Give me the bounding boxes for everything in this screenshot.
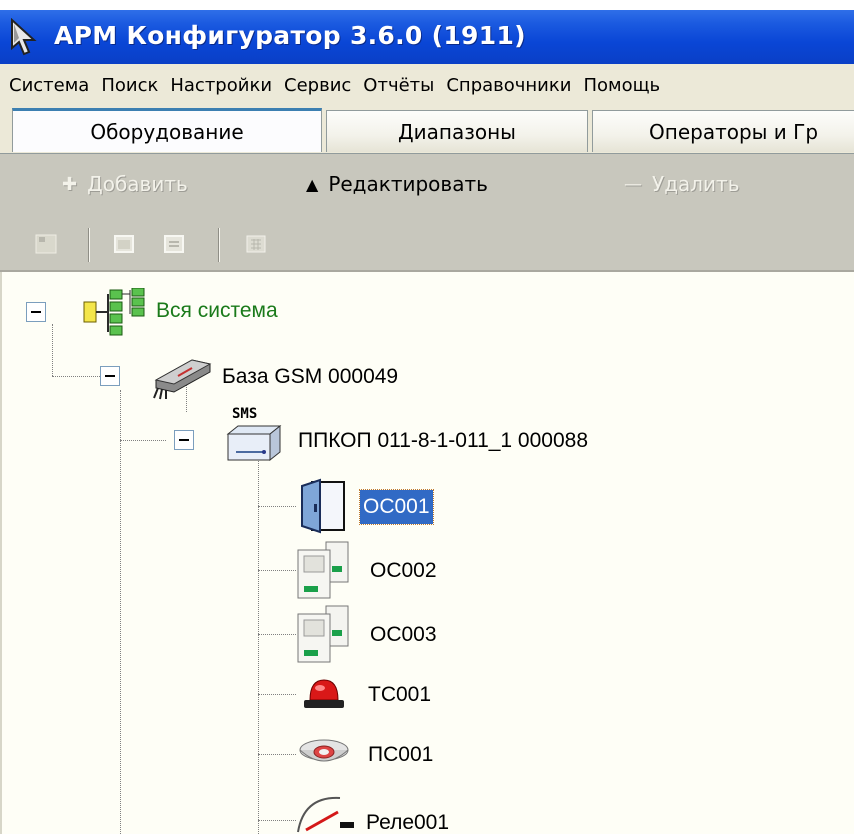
sms-badge: SMS [232,406,258,422]
tree-connector [258,820,296,821]
motion-sensor-icon[interactable] [296,604,356,664]
menu-item-search[interactable]: Поиск [96,75,165,96]
tree-node-relay001[interactable]: Реле001 [366,806,449,834]
title-bar[interactable]: АРМ Конфигуратор 3.6.0 (1911) [0,10,854,64]
tree-connector [52,376,100,377]
tab-operators[interactable]: Операторы и Гр [592,110,854,152]
equipment-tree: Вся система База GSM 000049 SMS ППКОП 01… [0,272,854,834]
menu-item-reports[interactable]: Отчёты [358,75,441,96]
tree-connector [258,570,296,571]
app-cursor-icon [11,18,37,56]
edit-button[interactable]: ▲ Редактировать [306,172,488,196]
gsm-modem-icon[interactable] [148,354,214,400]
delete-button-label: Удалить [652,172,740,196]
network-tree-icon[interactable] [82,288,146,338]
tree-node-tc001[interactable]: ТС001 [368,678,431,712]
action-toolbar: ✚ Добавить ▲ Редактировать — Удалить [0,154,854,218]
toolbar-separator [88,228,90,262]
tree-node-oc001[interactable]: ОС001 [359,489,434,525]
tree-connector [258,454,259,834]
tree-connector [52,324,53,376]
delete-button[interactable]: — Удалить [624,172,740,196]
tree-connector [120,440,166,441]
add-button[interactable]: ✚ Добавить [62,172,188,196]
properties-icon[interactable] [162,232,186,256]
save-icon[interactable] [34,232,58,256]
toolbar-separator [218,228,220,262]
tree-node-base-gsm[interactable]: База GSM 000049 [222,360,398,394]
grid-icon[interactable] [244,232,268,256]
triangle-up-icon: ▲ [306,174,319,194]
tree-connector [258,506,296,507]
sms-panel-icon[interactable] [224,424,284,464]
alarm-light-icon[interactable] [300,676,348,712]
menu-item-directories[interactable]: Справочники [441,75,578,96]
collapse-toggle[interactable] [26,302,46,322]
menu-item-system[interactable]: Система [4,75,96,96]
menu-item-service[interactable]: Сервис [279,75,358,96]
tree-connector [120,390,121,834]
menu-bar: Система Поиск Настройки Сервис Отчёты Сп… [0,64,854,106]
tab-ranges[interactable]: Диапазоны [326,110,588,152]
tab-bar: Оборудование Диапазоны Операторы и Гр [0,106,854,154]
tree-connector [258,694,296,695]
menu-item-help[interactable]: Помощь [578,75,667,96]
motion-sensor-icon[interactable] [296,540,356,600]
collapse-toggle[interactable] [174,430,194,450]
tree-node-oc003[interactable]: ОС003 [370,618,437,652]
menu-item-settings[interactable]: Настройки [165,75,279,96]
smoke-detector-icon[interactable] [298,738,350,772]
relay-icon[interactable] [294,792,356,834]
tree-node-root[interactable]: Вся система [156,294,278,328]
edit-button-label: Редактировать [328,172,488,196]
icon-toolbar [0,218,854,272]
window-icon[interactable] [112,232,136,256]
tree-node-panel[interactable]: ППКОП 011-8-1-011_1 000088 [298,424,588,458]
minus-icon: — [624,173,642,195]
tree-node-oc002[interactable]: ОС002 [370,554,437,588]
plus-icon: ✚ [62,173,78,195]
collapse-toggle[interactable] [100,366,120,386]
tree-connector [258,634,296,635]
tree-connector [258,754,296,755]
add-button-label: Добавить [87,172,188,196]
window-title: АРМ Конфигуратор 3.6.0 (1911) [54,21,526,50]
tab-equipment[interactable]: Оборудование [12,108,322,152]
door-sensor-icon[interactable] [298,478,348,534]
tree-node-ps001[interactable]: ПС001 [368,738,433,772]
